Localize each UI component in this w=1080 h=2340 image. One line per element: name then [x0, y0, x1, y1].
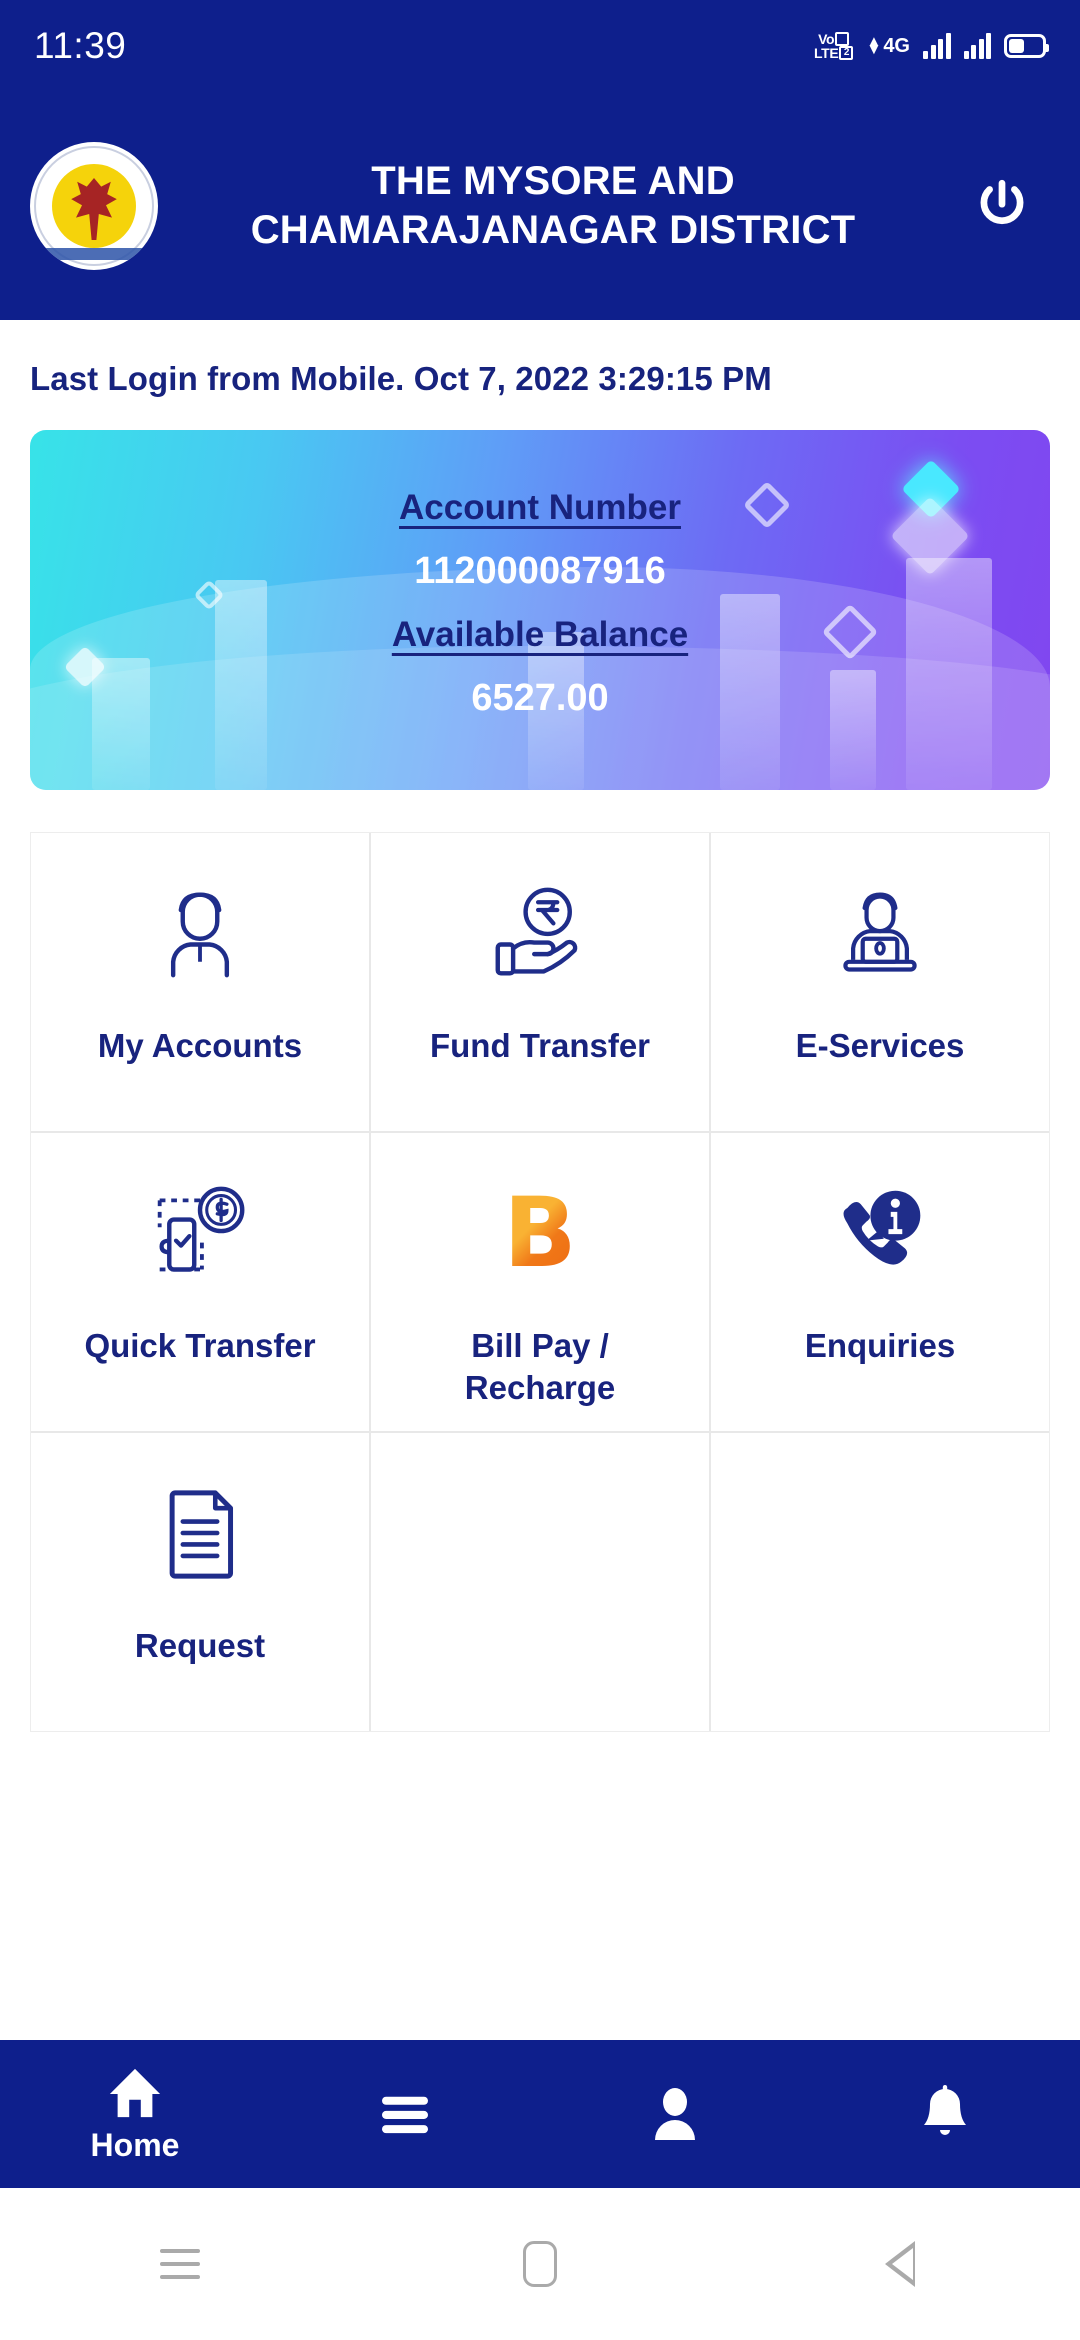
tile-label: My Accounts [97, 1027, 303, 1064]
signal-strength-sim1-icon [923, 33, 951, 59]
tile-fund-transfer[interactable]: Fund Transfer [371, 833, 709, 1131]
tile-label: E-Services [795, 1027, 965, 1064]
bank-title-line1: THE MYSORE AND [371, 158, 735, 203]
sim-slot-badge [835, 31, 850, 46]
hand-rupee-icon [495, 887, 578, 976]
signal-strength-sim2-icon [963, 33, 991, 59]
volte-icon: Vo LTE 2 [813, 30, 854, 61]
nav-item-notifications[interactable] [810, 2040, 1080, 2188]
sim-slot-number: 2 [839, 46, 854, 61]
system-home-icon [523, 2241, 557, 2287]
services-grid: My Accounts Fund Transfer E-Services Qui… [30, 832, 1050, 1732]
available-balance-label: Available Balance [391, 615, 689, 654]
bhim-logo-icon: B [503, 1176, 577, 1289]
tile-label: Bill Pay / Recharge [465, 1325, 615, 1409]
account-number-value: 112000087916 [414, 550, 666, 592]
notifications-icon [924, 2085, 966, 2135]
system-navigation-bar [0, 2188, 1080, 2340]
back-icon [885, 2241, 915, 2287]
tile-label: Enquiries [804, 1327, 956, 1364]
status-clock: 11:39 [34, 25, 127, 66]
app-header: THE MYSORE AND CHAMARAJANAGAR DISTRICT [0, 92, 1080, 320]
tile-label-line2: Recharge [464, 1369, 616, 1407]
tile-label: Fund Transfer [429, 1027, 651, 1064]
person-laptop-icon [843, 892, 917, 972]
tile-label-line1: Bill Pay / [471, 1327, 609, 1364]
nav-label-home: Home [90, 2126, 180, 2163]
page-title: THE MYSORE AND CHAMARAJANAGAR DISTRICT [158, 157, 954, 255]
back-button[interactable] [720, 2241, 1080, 2287]
menu-icon [382, 2096, 428, 2134]
bank-logo-icon [30, 142, 158, 270]
phone-screen: 11:39 Vo LTE 2 ▲ ▼ 4G THE MYSORE AND CHA… [0, 0, 1080, 2340]
profile-icon [655, 2088, 695, 2140]
tile-label: Quick Transfer [84, 1327, 316, 1364]
available-balance-value: 6527.00 [471, 677, 609, 719]
document-icon [169, 1490, 234, 1579]
home-icon [109, 2068, 161, 2117]
tile-my-accounts[interactable]: My Accounts [31, 833, 369, 1131]
nav-item-profile[interactable] [540, 2040, 810, 2188]
last-login-text: Last Login from Mobile. Oct 7, 2022 3:29… [30, 360, 772, 397]
user-icon [170, 892, 230, 978]
volte-top-label: Vo [818, 30, 835, 47]
recents-button[interactable] [0, 2249, 360, 2279]
power-icon [980, 179, 1024, 224]
nav-item-menu[interactable] [270, 2040, 540, 2188]
tile-label: Request [134, 1627, 266, 1664]
logout-button[interactable] [954, 175, 1050, 237]
system-home-button[interactable] [360, 2241, 720, 2287]
tile-quick-transfer[interactable]: Quick Transfer [31, 1133, 369, 1431]
network-type-icon: ▲ ▼ 4G [866, 32, 910, 58]
account-number-label: Account Number [399, 488, 681, 527]
status-bar: 11:39 Vo LTE 2 ▲ ▼ 4G [0, 0, 1080, 92]
volte-bottom-label: LTE [813, 45, 839, 61]
nav-item-home[interactable]: Home [0, 2040, 270, 2188]
data-arrows-icon: ▲ ▼ [866, 32, 882, 58]
account-balance-card[interactable]: Account Number 112000087916 Available Ba… [30, 430, 1050, 790]
tile-empty [711, 1433, 1049, 1731]
battery-icon [1004, 34, 1049, 58]
tile-e-services[interactable]: E-Services [711, 833, 1049, 1131]
main-content: Last Login from Mobile. Oct 7, 2022 3:29… [0, 320, 1080, 2040]
recents-icon [160, 2249, 200, 2279]
tile-request[interactable]: Request [31, 1433, 369, 1731]
tile-empty [371, 1433, 709, 1731]
bank-title-line2: CHAMARAJANAGAR DISTRICT [250, 208, 856, 252]
tile-enquiries[interactable]: Enquiries [711, 1133, 1049, 1431]
network-label: 4G [883, 34, 910, 57]
tile-bill-pay-recharge[interactable]: B Bill Pay / Recharge [371, 1133, 709, 1431]
mobile-coin-icon [157, 1186, 245, 1272]
phone-info-icon [843, 1190, 921, 1265]
status-indicators: Vo LTE 2 ▲ ▼ 4G [813, 30, 1049, 61]
bottom-navigation: Home [0, 2040, 1080, 2188]
